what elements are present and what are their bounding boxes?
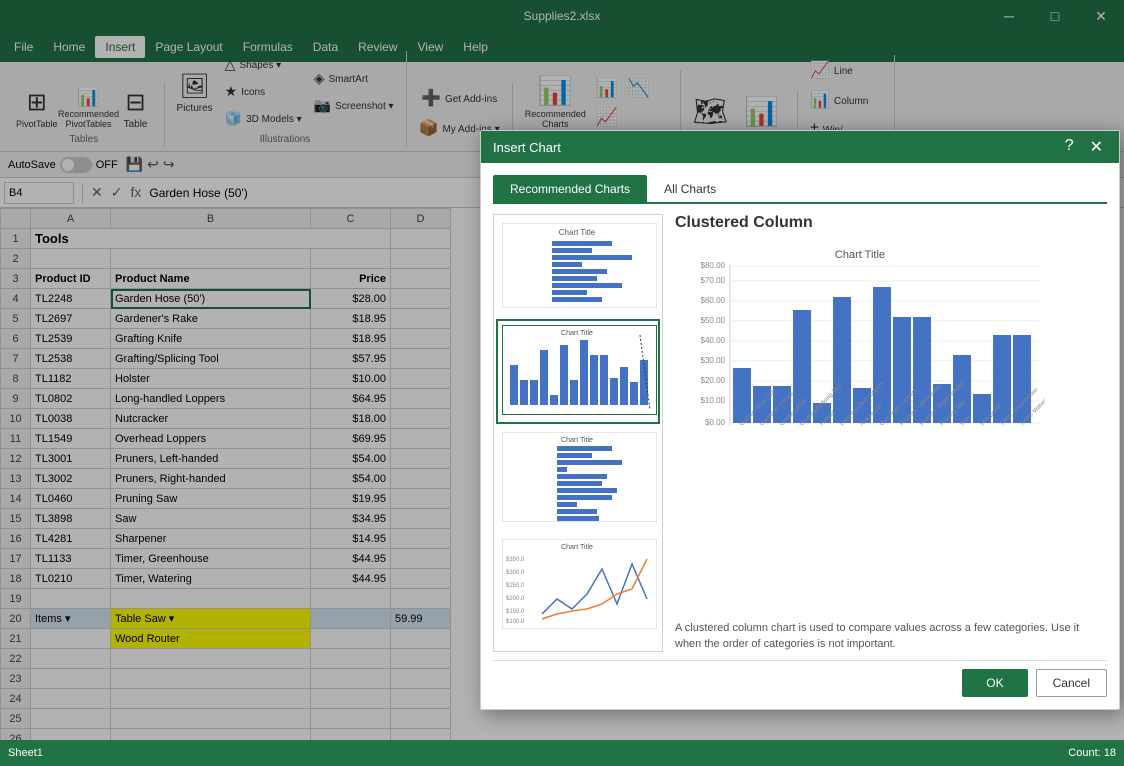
tab-all-charts[interactable]: All Charts	[647, 175, 733, 202]
chart-thumbnail-3[interactable]: Chart Title	[496, 426, 660, 531]
svg-text:$70.00: $70.00	[701, 276, 726, 285]
svg-text:Chart Title: Chart Title	[559, 228, 596, 237]
dialog-help-button[interactable]: ?	[1061, 137, 1078, 157]
chart-thumb-1-svg: Chart Title	[502, 223, 657, 308]
status-sheet-name: Sheet1	[8, 747, 43, 759]
svg-text:$250.0: $250.0	[506, 583, 525, 589]
dialog-title: Insert Chart	[493, 140, 561, 155]
chart-description: A clustered column chart is used to comp…	[675, 621, 1107, 652]
svg-text:Chart Title: Chart Title	[835, 249, 885, 261]
dialog-content: Recommended Charts All Charts Chart Titl…	[481, 163, 1119, 709]
chart-preview-svg: Chart Title $0.00 $10.00 $20.00 $30.00 $…	[675, 240, 1045, 450]
chart-thumbnail-1[interactable]: Chart Title	[496, 217, 660, 317]
ok-button[interactable]: OK	[962, 669, 1027, 697]
svg-text:$80.00: $80.00	[701, 261, 726, 270]
status-count: Count: 18	[1068, 747, 1116, 759]
insert-chart-dialog: Insert Chart ? ✕ Recommended Charts All …	[480, 130, 1120, 710]
svg-text:$0.00: $0.00	[705, 418, 726, 427]
svg-text:Chart Title: Chart Title	[561, 544, 593, 551]
chart-preview-svg-container: Chart Title $0.00 $10.00 $20.00 $30.00 $…	[675, 240, 1107, 613]
svg-text:$100.0: $100.0	[506, 619, 525, 625]
chart-type-title: Clustered Column	[675, 214, 1107, 232]
svg-text:$10.00: $10.00	[701, 396, 726, 405]
svg-text:$150.0: $150.0	[506, 609, 525, 615]
svg-text:$50.00: $50.00	[701, 316, 726, 325]
tab-recommended-charts[interactable]: Recommended Charts	[493, 175, 647, 202]
svg-text:$350.0: $350.0	[506, 557, 525, 563]
chart-thumb-3-svg: Chart Title	[502, 432, 657, 522]
chart-thumbnail-list: Chart Title	[493, 214, 663, 652]
dialog-footer: OK Cancel	[493, 660, 1107, 697]
svg-text:$300.0: $300.0	[506, 570, 525, 576]
chart-tab-bar: Recommended Charts All Charts	[493, 175, 1107, 204]
dialog-controls: ? ✕	[1061, 137, 1107, 157]
chart-layout: Chart Title	[493, 214, 1107, 652]
svg-text:Chart Title: Chart Title	[561, 330, 593, 337]
svg-text:$200.0: $200.0	[506, 596, 525, 602]
dialog-title-bar: Insert Chart ? ✕	[481, 131, 1119, 163]
chart-thumb-4-svg: Chart Title $350.0 $300.0 $250.0 $200.0 …	[502, 539, 657, 629]
chart-thumbnail-2[interactable]: Chart Title	[496, 319, 660, 424]
chart-thumb-2-svg: Chart Title	[502, 325, 657, 415]
dialog-close-button[interactable]: ✕	[1086, 137, 1107, 157]
svg-text:Chart Title: Chart Title	[561, 437, 593, 444]
svg-text:$30.00: $30.00	[701, 356, 726, 365]
status-bar: Sheet1 Count: 18	[0, 740, 1124, 766]
chart-thumbnail-4[interactable]: Chart Title $350.0 $300.0 $250.0 $200.0 …	[496, 533, 660, 638]
svg-text:$40.00: $40.00	[701, 336, 726, 345]
svg-text:$20.00: $20.00	[701, 376, 726, 385]
svg-text:$60.00: $60.00	[701, 296, 726, 305]
cancel-button[interactable]: Cancel	[1036, 669, 1107, 697]
chart-preview-area: Clustered Column Chart Title $0.00 $10.0…	[675, 214, 1107, 652]
